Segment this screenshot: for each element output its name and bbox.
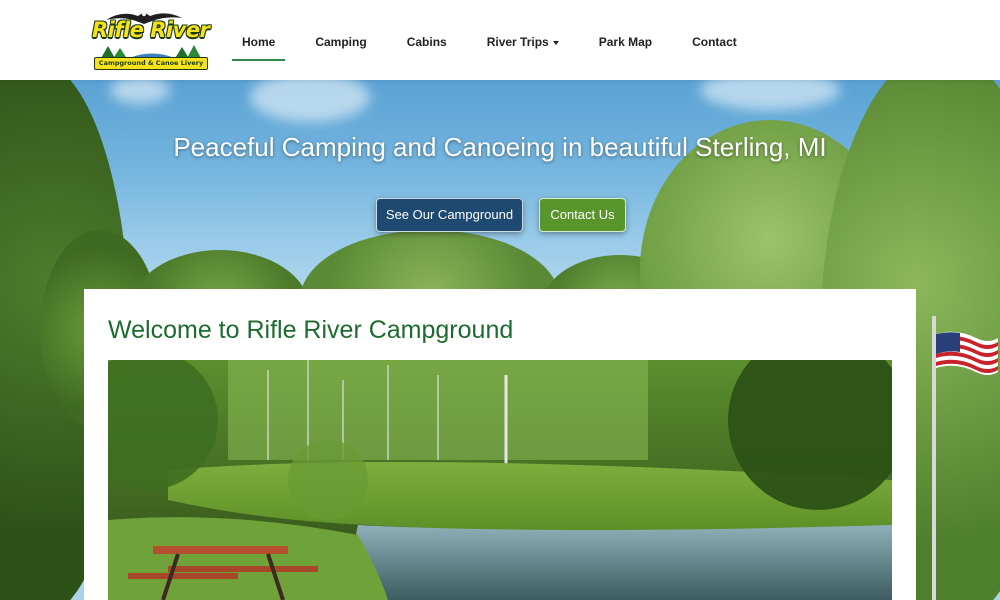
logo-title: Rifle River — [92, 18, 210, 42]
nav-river-trips-label: River Trips — [486, 35, 549, 49]
nav-camping[interactable]: Camping — [305, 0, 376, 80]
nav-river-trips[interactable]: River Trips — [477, 0, 569, 80]
main-nav: Home Camping Cabins River Trips Park Map… — [232, 0, 767, 80]
see-campground-button[interactable]: See Our Campground — [376, 198, 523, 232]
site-header: Rifle River Campground & Canoe Livery Ho… — [0, 0, 1000, 80]
nav-home[interactable]: Home — [232, 0, 286, 80]
site-logo[interactable]: Rifle River Campground & Canoe Livery — [90, 8, 212, 70]
american-flag-icon — [936, 331, 998, 375]
hero-cloud — [110, 80, 170, 104]
nav-park-map[interactable]: Park Map — [589, 0, 662, 80]
nav-contact[interactable]: Contact — [682, 0, 747, 80]
hero-cloud — [700, 80, 840, 110]
campground-photo — [108, 360, 892, 600]
nav-cabins[interactable]: Cabins — [397, 0, 457, 80]
campground-photo-art — [108, 360, 892, 600]
caret-down-icon — [552, 40, 559, 45]
hero-headline: Peaceful Camping and Canoeing in beautif… — [173, 132, 827, 162]
hero-cloud — [250, 80, 370, 122]
welcome-title: Welcome to Rifle River Campground — [108, 316, 514, 344]
logo-tagline: Campground & Canoe Livery — [94, 57, 208, 70]
contact-us-button[interactable]: Contact Us — [539, 198, 626, 232]
welcome-card: Welcome to Rifle River Campground — [84, 289, 916, 600]
